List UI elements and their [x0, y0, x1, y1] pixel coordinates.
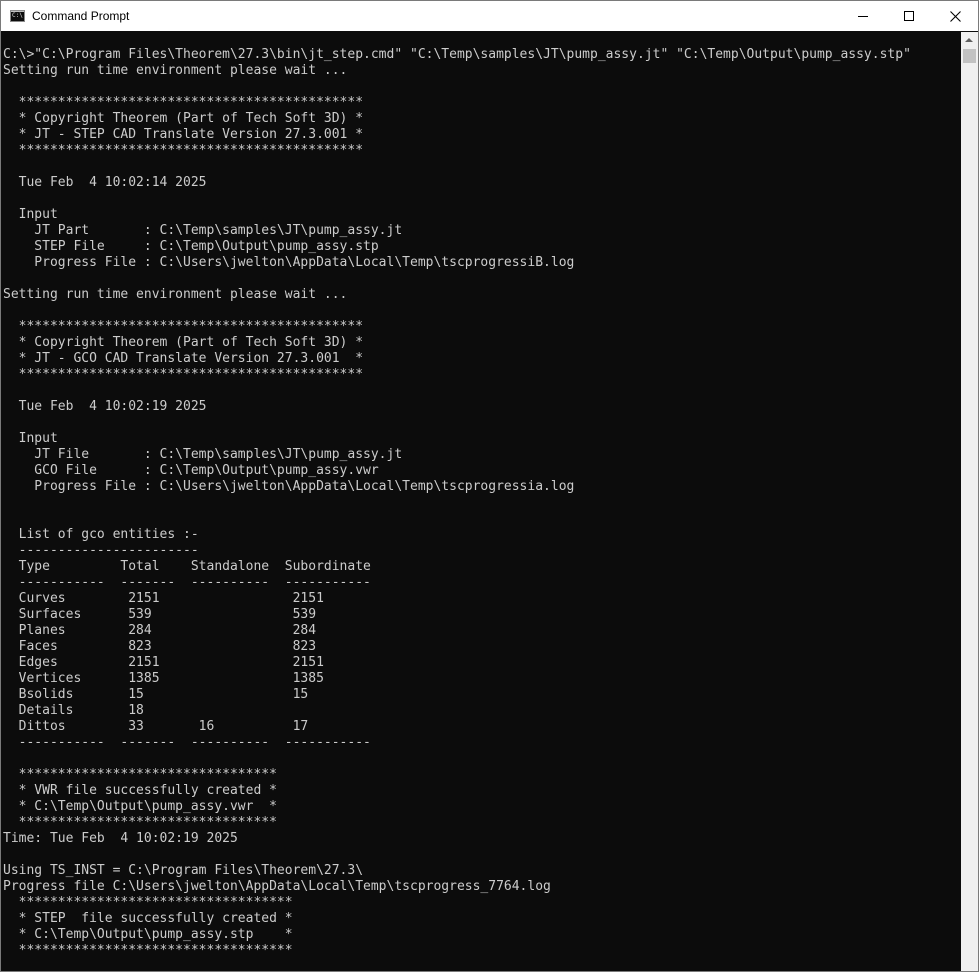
- console-line: Vertices 1385 1385: [3, 671, 324, 686]
- close-icon: [949, 10, 961, 22]
- console-line: Planes 284 284: [3, 623, 317, 638]
- console-line: Setting run time environment please wait…: [3, 63, 348, 78]
- console-line: -----------------------: [3, 543, 199, 558]
- console-line: * C:\Temp\Output\pump_assy.vwr *: [3, 799, 277, 814]
- console-line: ****************************************…: [3, 95, 364, 110]
- console-app-icon[interactable]: C:\: [10, 10, 25, 22]
- console-line: Details 18: [3, 703, 144, 718]
- console-line: * VWR file successfully created *: [3, 783, 277, 798]
- window-title: Command Prompt: [32, 9, 130, 23]
- console-line: Type Total Standalone Subordinate: [3, 559, 371, 574]
- console-line: C:\>"C:\Program Files\Theorem\27.3\bin\j…: [3, 47, 911, 62]
- console-line: Surfaces 539 539: [3, 607, 317, 622]
- console-line: ****************************************…: [3, 319, 364, 334]
- console-line: Tue Feb 4 10:02:19 2025: [3, 399, 207, 414]
- console-line: * Copyright Theorem (Part of Tech Soft 3…: [3, 335, 364, 350]
- console-text: C:\>"C:\Program Files\Theorem\27.3\bin\j…: [3, 47, 911, 959]
- console-line: * STEP file successfully created *: [3, 911, 293, 926]
- console-line: JT Part : C:\Temp\samples\JT\pump_assy.j…: [3, 223, 403, 238]
- console-line: JT File : C:\Temp\samples\JT\pump_assy.j…: [3, 447, 403, 462]
- minimize-icon: [858, 16, 868, 17]
- console-line: Bsolids 15 15: [3, 687, 309, 702]
- console-line: Progress file C:\Users\jwelton\AppData\L…: [3, 879, 551, 894]
- console-line: *********************************: [3, 767, 277, 782]
- console-line: Input: [3, 207, 58, 222]
- console-line: Dittos 33 16 17: [3, 719, 309, 734]
- console-line: *********************************: [3, 815, 277, 830]
- console-line: List of gco entities :-: [3, 527, 199, 542]
- vertical-scrollbar[interactable]: [961, 32, 978, 971]
- maximize-icon: [904, 11, 914, 21]
- console-line: Curves 2151 2151: [3, 591, 324, 606]
- console-line: ----------- ------- ---------- ---------…: [3, 575, 371, 590]
- console-line: * JT - GCO CAD Translate Version 27.3.00…: [3, 351, 364, 366]
- console-line: Progress File : C:\Users\jwelton\AppData…: [3, 255, 575, 270]
- console-line: Edges 2151 2151: [3, 655, 324, 670]
- console-line: * JT - STEP CAD Translate Version 27.3.0…: [3, 127, 364, 142]
- scroll-up-arrow-icon[interactable]: [965, 38, 973, 42]
- console-line: Faces 823 823: [3, 639, 317, 654]
- minimize-button[interactable]: [840, 1, 886, 31]
- close-button[interactable]: [932, 1, 978, 31]
- console-line: Input: [3, 431, 58, 446]
- console-line: ***********************************: [3, 943, 293, 958]
- scrollbar-thumb[interactable]: [963, 49, 976, 63]
- console-line: Tue Feb 4 10:02:14 2025: [3, 175, 207, 190]
- console-line: ****************************************…: [3, 367, 364, 382]
- console-line: Progress File : C:\Users\jwelton\AppData…: [3, 479, 575, 494]
- title-bar[interactable]: C:\ Command Prompt: [1, 1, 978, 31]
- command-prompt-window: C:\ Command Prompt C:\>"C:\Program Files…: [0, 0, 979, 972]
- console-line: ****************************************…: [3, 143, 364, 158]
- console-line: Time: Tue Feb 4 10:02:19 2025: [3, 831, 238, 846]
- console-line: GCO File : C:\Temp\Output\pump_assy.vwr: [3, 463, 379, 478]
- console-line: STEP File : C:\Temp\Output\pump_assy.stp: [3, 239, 379, 254]
- console-line: ----------- ------- ---------- ---------…: [3, 735, 371, 750]
- console-line: * C:\Temp\Output\pump_assy.stp *: [3, 927, 293, 942]
- console-line: Using TS_INST = C:\Program Files\Theorem…: [3, 863, 364, 878]
- console-line: Setting run time environment please wait…: [3, 287, 348, 302]
- console-line: * Copyright Theorem (Part of Tech Soft 3…: [3, 111, 364, 126]
- console-output-area[interactable]: C:\>"C:\Program Files\Theorem\27.3\bin\j…: [1, 32, 961, 971]
- console-line: ***********************************: [3, 895, 293, 910]
- maximize-button[interactable]: [886, 1, 932, 31]
